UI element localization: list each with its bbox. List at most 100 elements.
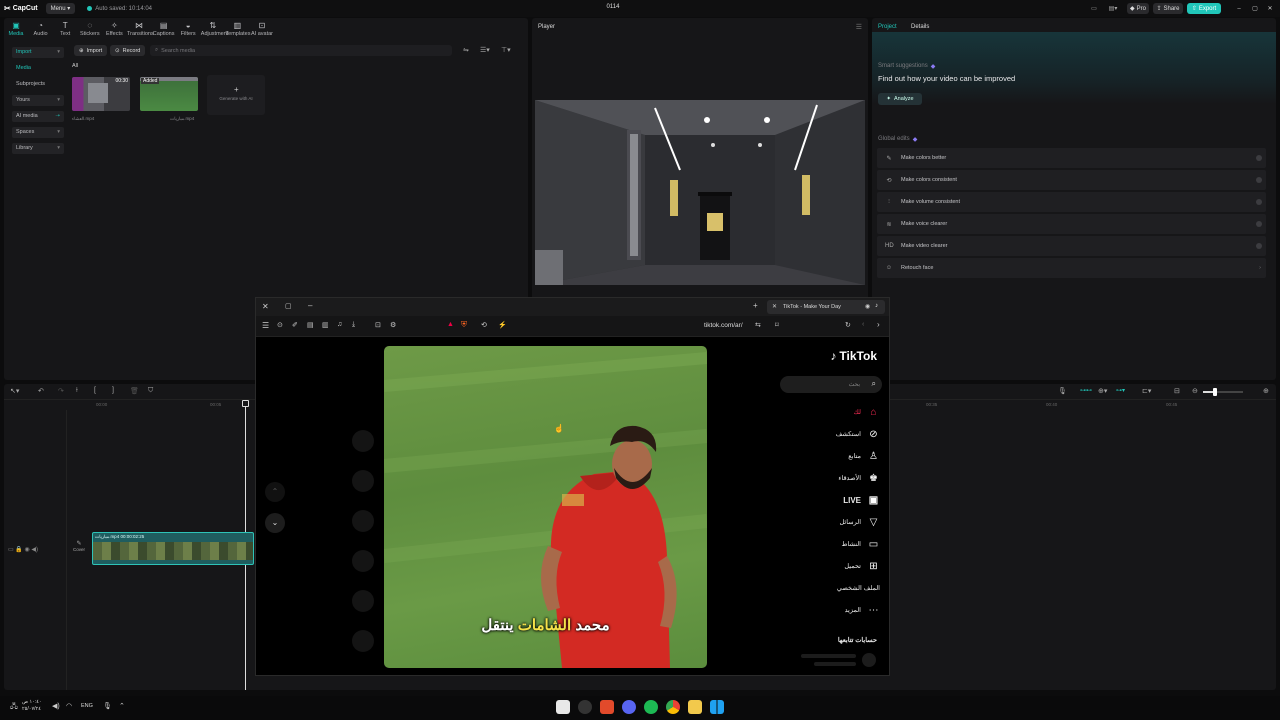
sidebar-item-ai-media[interactable]: AI media ➝ — [12, 111, 64, 122]
wallet-icon[interactable]: ✐ — [292, 321, 298, 329]
clock[interactable]: ١٠:٤٠ ص ٢٥/٠٧/٢٤ — [22, 699, 42, 713]
settings-taskbar-icon[interactable] — [578, 700, 592, 714]
tiktok-nav-home[interactable]: لك ⌂ — [854, 403, 880, 421]
zoom-slider[interactable] — [1203, 388, 1243, 396]
new-tab-icon[interactable]: + — [753, 301, 758, 310]
maximize-icon[interactable]: ▢ — [1250, 3, 1260, 14]
fit-icon[interactable]: ⊟ — [1174, 387, 1180, 395]
tiktok-search-input[interactable]: بحث ⌕ — [780, 376, 882, 393]
close-icon[interactable]: ✕ — [1265, 3, 1275, 14]
global-edit-make-colors-better[interactable]: ✎ Make colors better — [877, 148, 1266, 168]
import-button[interactable]: ⊕ Import — [74, 45, 108, 56]
discord-taskbar-icon[interactable] — [622, 700, 636, 714]
pro-button[interactable]: ◆ Pro — [1127, 3, 1149, 14]
split-right-icon[interactable]: ] — [112, 387, 114, 394]
select-tool-icon[interactable]: ↖▾ — [10, 387, 19, 395]
tiktok-nav-following[interactable]: متابع ♙ — [848, 447, 880, 465]
tiktok-nav-explore[interactable]: استكشف ⊘ — [836, 425, 880, 443]
edit-toggle[interactable] — [1256, 221, 1262, 227]
snap-icon[interactable]: ⊏▾ — [1142, 387, 1151, 395]
shield-icon[interactable]: ⛉ — [148, 387, 153, 395]
menu-button[interactable]: Menu ▾ — [45, 3, 76, 14]
toolbar-templates[interactable]: ▥ Templates — [225, 21, 250, 37]
search-icon[interactable]: ⌕ — [872, 379, 876, 389]
extensions-icon[interactable]: ⚙ — [390, 321, 396, 329]
action-button-placeholder[interactable] — [352, 590, 374, 612]
magic-icon[interactable]: ⚡ — [498, 321, 507, 329]
action-button-placeholder[interactable] — [352, 630, 374, 652]
music-icon[interactable]: ♫ — [337, 321, 342, 328]
tab-project[interactable]: Project — [878, 24, 897, 30]
network-icon[interactable]: 🖧 — [10, 702, 18, 713]
edit-toggle[interactable] — [1256, 243, 1262, 249]
search-media-input[interactable]: ⌕ Search media — [150, 45, 452, 56]
tab-details[interactable]: Details — [911, 24, 929, 30]
tiktok-nav-activity[interactable]: النشاط ▭ — [841, 535, 880, 553]
capcut-taskbar-icon[interactable] — [556, 700, 570, 714]
toolbar-media[interactable]: ▣ Media — [4, 21, 28, 37]
player-menu-icon[interactable]: ☰ — [856, 23, 862, 31]
tiktok-nav-profile[interactable]: الملف الشخصي — [837, 579, 880, 597]
browser-menu-icon[interactable]: ☰ — [262, 321, 269, 330]
spotify-taskbar-icon[interactable] — [644, 700, 658, 714]
magnet-icon[interactable]: ⊶⊷ — [1080, 387, 1092, 394]
timeline-video-clip[interactable]: مباريات.mp4 00:00:02:25 — [92, 532, 254, 565]
tiktok-nav-messages[interactable]: الرسائل ▽ — [839, 513, 880, 531]
tray-expand-icon[interactable]: ⌃ — [119, 702, 125, 710]
record-button[interactable]: ⊙ Record — [110, 45, 146, 56]
action-button-placeholder[interactable] — [352, 510, 374, 532]
screenshot-icon[interactable]: ⊡ — [375, 321, 381, 329]
rewards-icon[interactable]: ▲ — [447, 321, 454, 328]
global-edit-make-video-clearer[interactable]: HD Make video clearer — [877, 236, 1266, 256]
chrome-taskbar-icon[interactable] — [666, 700, 680, 714]
panels-icon[interactable]: ▤▾ — [1103, 3, 1123, 14]
forward-icon[interactable]: › — [877, 320, 880, 329]
tiktok-nav-friends[interactable]: الأصدقاء ♚ — [838, 469, 880, 487]
tiktok-nav-more[interactable]: المزيد ⋯ — [845, 601, 880, 619]
playhead-handle[interactable] — [242, 400, 249, 407]
toolbar-captions[interactable]: ▤ Captions — [152, 21, 176, 37]
toolbar-text[interactable]: T Text — [53, 21, 77, 37]
toolbar-filters[interactable]: ◒ Filters — [176, 21, 200, 37]
media-clip-1[interactable]: 00:30 — [72, 77, 130, 111]
track-lock-icon[interactable]: ▭ 🔒 ◉ ◀) — [8, 546, 38, 553]
history-icon[interactable]: ⟲ — [481, 321, 487, 329]
mic-icon[interactable]: 🎙 — [1058, 387, 1067, 395]
layout-icon[interactable]: ▭ — [1088, 3, 1100, 14]
action-button-placeholder[interactable] — [352, 430, 374, 452]
tiktok-logo[interactable]: ♪ TikTok — [830, 349, 877, 363]
global-edit-make-voice-clearer[interactable]: ≋ Make voice clearer — [877, 214, 1266, 234]
sidebar-item-yours[interactable]: Yours ▾ — [12, 95, 64, 106]
export-button[interactable]: ⇧ Export — [1187, 3, 1221, 14]
edit-toggle[interactable] — [1256, 177, 1262, 183]
edit-toggle[interactable] — [1256, 155, 1262, 161]
browser-restore-icon[interactable]: ▢ — [285, 302, 292, 310]
zoom-out-icon[interactable]: ⊖ — [1192, 387, 1198, 395]
volume-icon[interactable]: ◀) — [52, 702, 60, 710]
toolbar-stickers[interactable]: ◌ Stickers — [78, 21, 102, 37]
action-button-placeholder[interactable] — [352, 550, 374, 572]
reader-icon[interactable]: ▥ — [322, 321, 329, 329]
download-icon[interactable]: ⤓ — [352, 321, 355, 329]
toolbar-adjustment[interactable]: ⇅ Adjustment — [201, 21, 229, 37]
bookmark-icon[interactable]: ⌑ — [775, 321, 779, 329]
back-icon[interactable]: ‹ — [862, 321, 864, 328]
global-edit-retouch-face[interactable]: ☺ Retouch face › — [877, 258, 1266, 278]
split-left-icon[interactable]: [ — [94, 387, 96, 394]
undo-icon[interactable]: ↶ — [38, 387, 44, 395]
vpn-icon[interactable]: ⊙ — [277, 321, 283, 329]
sidebar-item-media[interactable]: Media — [12, 63, 64, 74]
tiktok-nav-live[interactable]: LIVE ▣ — [843, 491, 880, 509]
sort-icon[interactable]: ⇋ — [463, 46, 469, 54]
filter-icon[interactable]: ⊤▾ — [501, 46, 511, 54]
player-video[interactable] — [535, 100, 865, 285]
brave-shield-icon[interactable]: ⛨ — [461, 320, 467, 330]
previous-video-button[interactable]: ⌃ — [265, 482, 285, 502]
preview-axis-icon[interactable]: ⊶▾ — [1116, 387, 1125, 394]
redo-icon[interactable]: ↷ — [58, 387, 64, 395]
tiktok-nav-upload[interactable]: تحميل ⊞ — [844, 557, 880, 575]
tab-close-icon[interactable]: ✕ — [772, 303, 777, 310]
windows-start-icon[interactable] — [710, 700, 724, 714]
sidebar-item-library[interactable]: Library ▾ — [12, 143, 64, 154]
toolbar-audio[interactable]: ◔ Audio — [29, 21, 53, 37]
